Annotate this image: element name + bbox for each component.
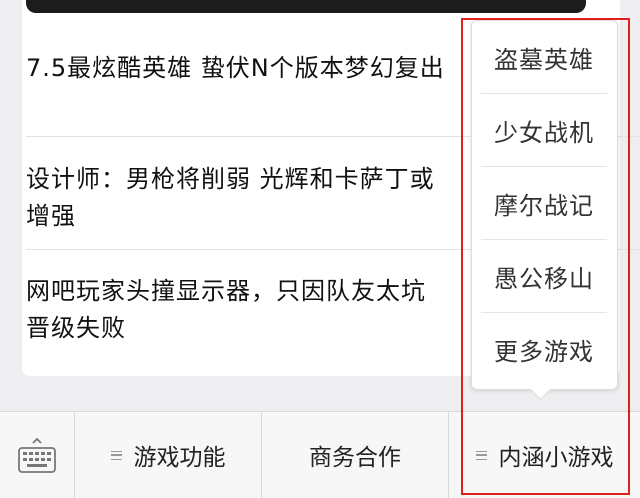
tab-label: 游戏功能 <box>133 445 226 471</box>
submenu-item-3[interactable]: 摩尔战记 <box>481 167 607 240</box>
bottom-menu-bar: 游戏功能 商务合作 内涵小游戏 <box>0 411 640 498</box>
menu-list-icon <box>475 450 487 460</box>
submenu-item-more[interactable]: 更多游戏 <box>481 313 607 386</box>
submenu-item-2[interactable]: 少女战机 <box>481 94 607 167</box>
tab-label: 商务合作 <box>309 445 401 471</box>
submenu-item-1[interactable]: 盗墓英雄 <box>481 21 607 94</box>
tab-business-cooperation[interactable]: 商务合作 <box>262 412 449 498</box>
keyboard-icon <box>18 437 56 473</box>
tab-game-functions[interactable]: 游戏功能 <box>75 412 262 498</box>
news-item-2[interactable]: 设计师：男枪将削弱 光辉和卡萨丁或增强 <box>26 161 456 235</box>
tab-label: 内涵小游戏 <box>498 445 614 471</box>
news-item-1[interactable]: 7.5最炫酷英雄 蛰伏N个版本梦幻复出 <box>26 50 456 87</box>
news-item-3[interactable]: 网吧玩家头撞显示器，只因队友太坑 晋级失败 <box>26 273 456 347</box>
keyboard-toggle-button[interactable] <box>0 412 75 498</box>
menu-list-icon <box>110 450 122 460</box>
submenu-item-4[interactable]: 愚公移山 <box>481 240 607 313</box>
tab-mini-games[interactable]: 内涵小游戏 <box>449 412 640 498</box>
article-image-bottom[interactable] <box>26 0 586 13</box>
